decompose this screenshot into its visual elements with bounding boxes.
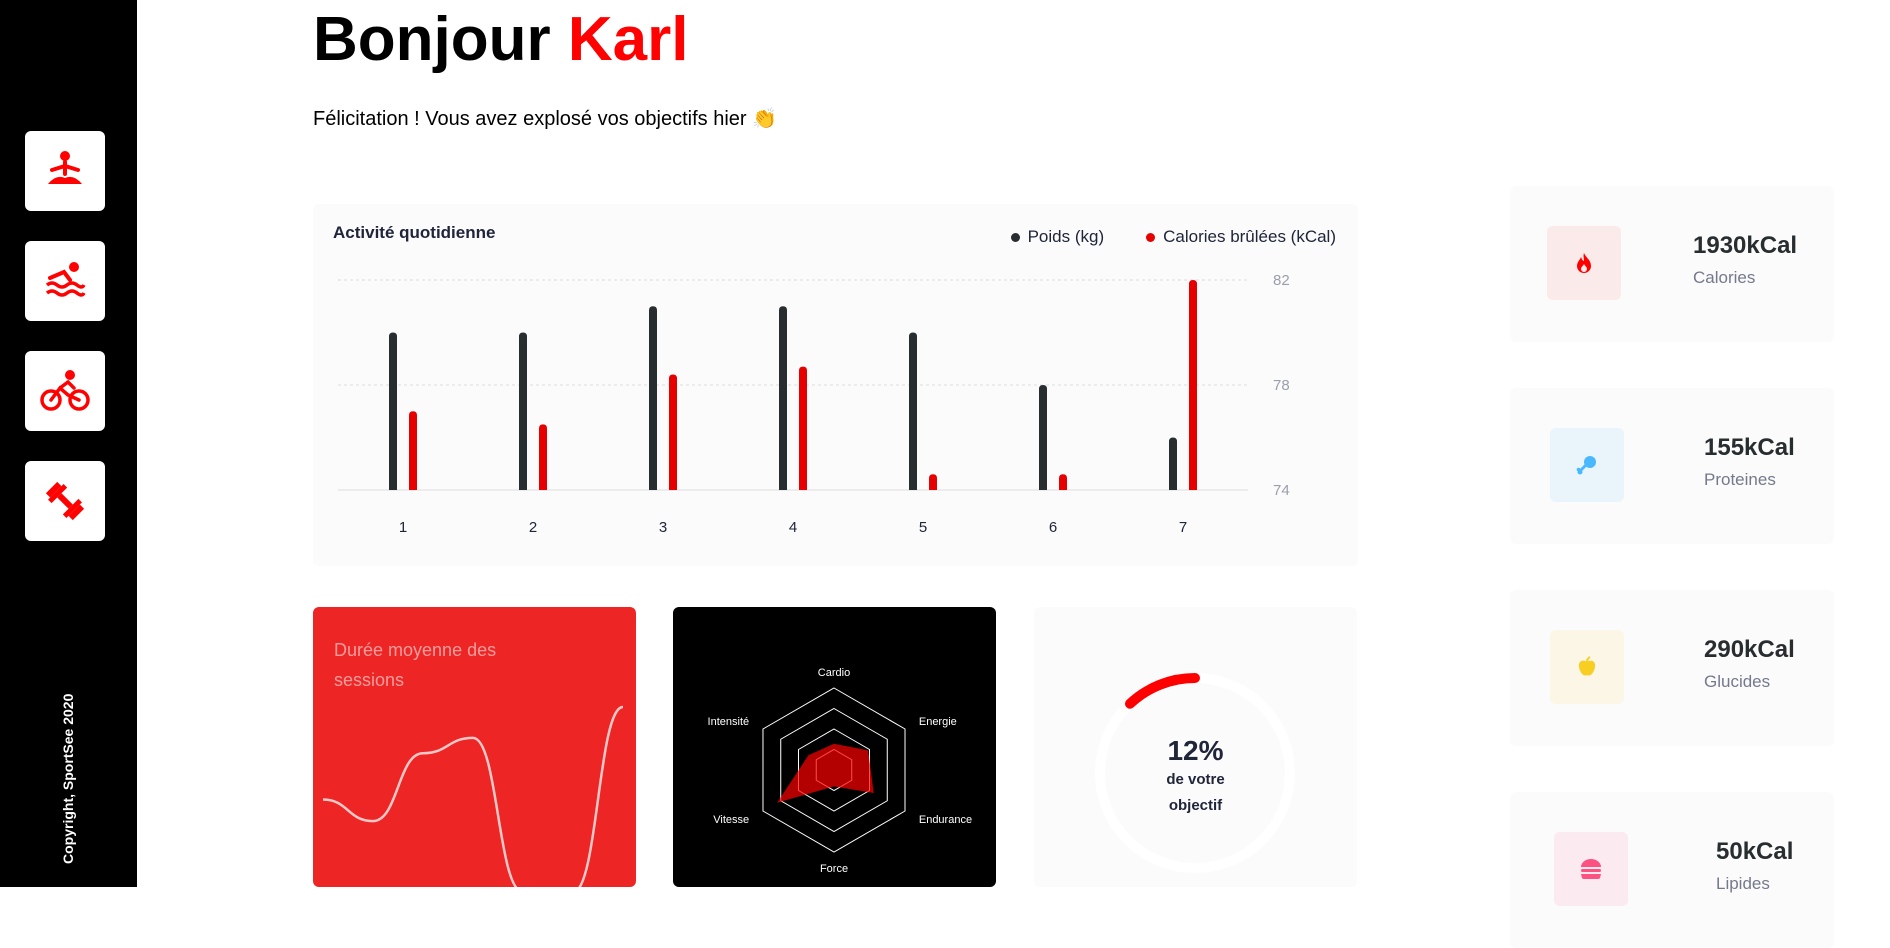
burger-icon (1581, 859, 1601, 880)
chicken-icon (1576, 456, 1596, 475)
y-tick-label: 74 (1273, 482, 1290, 499)
calories-value: 1930kCal (1693, 232, 1798, 259)
bar-calories (1059, 474, 1067, 490)
daily-activity-chart: Activité quotidienne Poids (kg) Calories… (313, 204, 1358, 566)
congrats-message: Félicitation ! Vous avez explosé vos obj… (313, 108, 778, 130)
bar-weight (1169, 437, 1177, 490)
protein-label: Proteines (1704, 470, 1776, 489)
calories-icon-box (1547, 226, 1621, 300)
swimming-button[interactable] (25, 241, 105, 321)
x-tick-label: 7 (1179, 519, 1187, 536)
score-text: 12% de votre objectif (1034, 735, 1357, 819)
lipids-card: 50kCal Lipides (1510, 792, 1834, 948)
cycling-button[interactable] (25, 351, 105, 431)
bar-calories (799, 366, 807, 490)
bar-weight (909, 332, 917, 490)
protein-icon-box (1550, 428, 1624, 502)
swimming-icon (45, 262, 86, 297)
score-percent: 12% (1167, 735, 1224, 766)
bar-calories (409, 411, 417, 490)
activity-bars: 74 78 82 1 2 3 4 5 6 7 (338, 272, 1290, 536)
radar-label: Force (820, 863, 848, 875)
dumbbell-icon (45, 481, 85, 521)
copyright-text: Copyright, SportSee 2020 (60, 693, 76, 864)
bar-weight (519, 332, 527, 490)
y-tick-label: 78 (1273, 377, 1290, 394)
bar-weight (1039, 385, 1047, 490)
bar-calories (929, 474, 937, 490)
y-tick-label: 82 (1273, 272, 1290, 289)
radar-label: Vitesse (713, 814, 749, 826)
carbs-label: Glucides (1704, 672, 1771, 691)
carbs-value: 290kCal (1704, 636, 1795, 663)
apple-icon (1578, 656, 1596, 676)
x-tick-label: 2 (529, 519, 537, 536)
protein-card: 155kCal Proteines (1510, 388, 1834, 544)
sidebar: Copyright, SportSee 2020 (0, 0, 137, 887)
cycling-icon (40, 370, 90, 411)
yoga-button[interactable] (25, 131, 105, 211)
performance-tile: Cardio Energie Endurance Force Vitesse Intens… (673, 607, 996, 887)
bar-calories (669, 374, 677, 490)
sessions-line-chart (322, 705, 624, 887)
lipids-value: 50kCal (1716, 838, 1794, 865)
calories-card: 1930kCal Calories (1510, 186, 1834, 342)
greeting-text: Bonjour (313, 5, 551, 74)
bar-calories (1189, 280, 1197, 490)
carbs-icon-box (1550, 630, 1624, 704)
sessions-line (322, 705, 624, 887)
radar-area (777, 743, 874, 803)
protein-value: 155kCal (1704, 434, 1795, 461)
bar-weight (779, 306, 787, 490)
score-tile: 12% de votre objectif (1034, 607, 1357, 887)
carbs-card: 290kCal Glucides (1510, 590, 1834, 746)
radar-label: Cardio (818, 667, 850, 679)
user-name: Karl (567, 5, 689, 74)
x-tick-label: 1 (399, 519, 407, 536)
radar-label: Endurance (919, 814, 972, 826)
page-title: Bonjour Karl (313, 4, 688, 75)
calories-label: Calories (1693, 268, 1756, 287)
average-sessions-tile: Durée moyenne des sessions (313, 607, 636, 887)
lipids-icon-box (1554, 832, 1628, 906)
score-arc (1124, 673, 1200, 709)
yoga-icon (48, 151, 82, 184)
radar-label: Intensité (708, 716, 750, 728)
lipids-label: Lipides (1716, 874, 1770, 893)
bar-weight (389, 332, 397, 490)
bar-weight (649, 306, 657, 490)
performance-radar-chart: Cardio Energie Endurance Force Vitesse Intens… (708, 667, 973, 875)
x-tick-label: 4 (789, 519, 797, 536)
x-tick-label: 5 (919, 519, 927, 536)
radar-label: Energie (919, 716, 957, 728)
score-label-1: de votre (1166, 771, 1225, 788)
dumbbell-button[interactable] (25, 461, 105, 541)
flame-icon (1577, 253, 1591, 273)
score-label-2: objectif (1168, 797, 1223, 814)
x-tick-label: 6 (1049, 519, 1057, 536)
x-tick-label: 3 (659, 519, 667, 536)
bar-calories (539, 424, 547, 490)
